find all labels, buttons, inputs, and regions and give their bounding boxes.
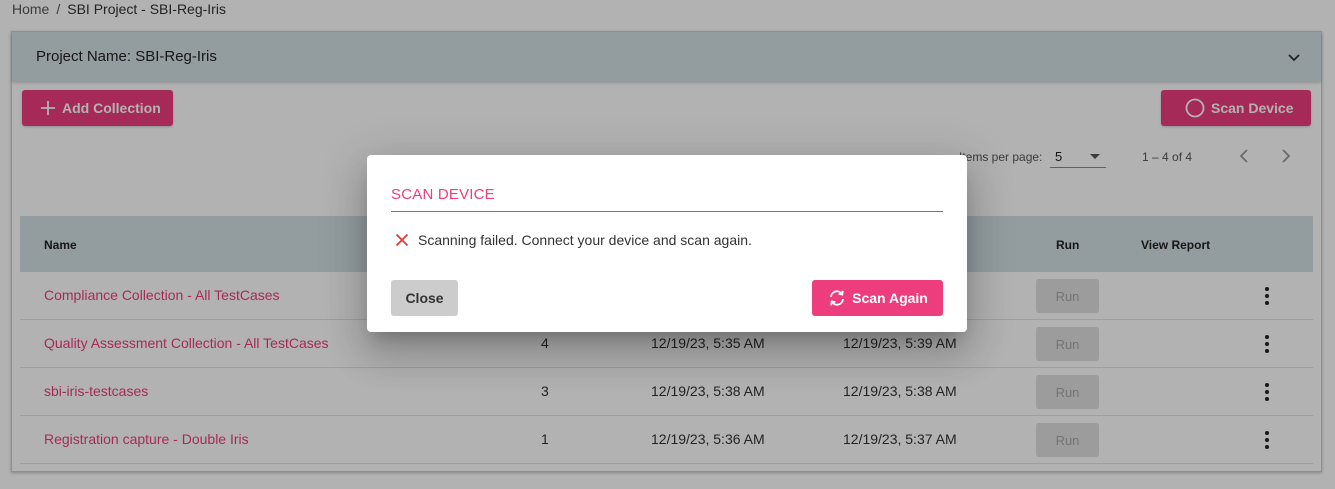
close-button[interactable]: Close	[391, 280, 458, 316]
dialog-title: SCAN DEVICE	[391, 186, 943, 212]
scan-again-label: Scan Again	[852, 290, 928, 306]
scan-device-dialog: SCAN DEVICE Scanning failed. Connect you…	[367, 155, 967, 332]
sync-icon	[830, 290, 845, 306]
close-x-icon	[395, 233, 409, 247]
scan-again-button[interactable]: Scan Again	[812, 280, 943, 316]
dialog-message: Scanning failed. Connect your device and…	[395, 232, 752, 248]
dialog-message-text: Scanning failed. Connect your device and…	[418, 232, 752, 248]
